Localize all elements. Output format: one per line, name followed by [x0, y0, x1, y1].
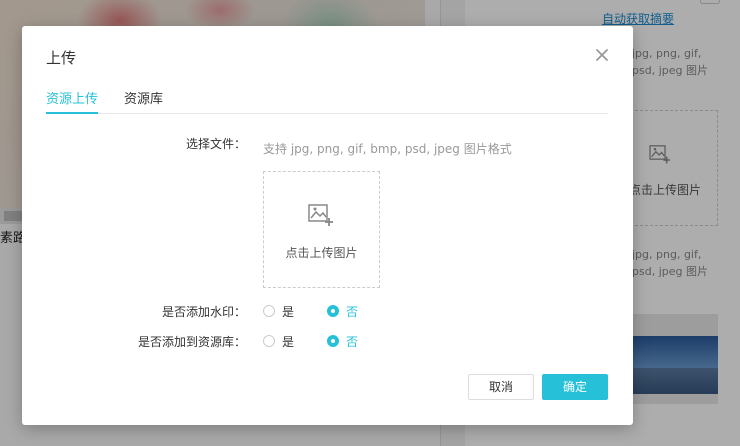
library-yes-label[interactable]: 是 — [282, 333, 294, 350]
tab-resource-upload[interactable]: 资源上传 — [46, 88, 99, 114]
close-icon[interactable] — [592, 45, 612, 65]
dialog-tabs: 资源上传 资源库 — [46, 82, 608, 114]
library-no-radio[interactable] — [327, 335, 339, 347]
file-format-hint: 支持 jpg, png, gif, bmp, psd, jpeg 图片格式 — [263, 142, 512, 156]
library-no-label[interactable]: 否 — [346, 333, 358, 350]
file-select-label: 选择文件： — [185, 137, 246, 151]
dropzone-text: 点击上传图片 — [285, 246, 358, 260]
image-upload-dropzone[interactable]: 点击上传图片 — [263, 171, 380, 288]
tab-resource-library[interactable]: 资源库 — [124, 88, 163, 114]
upload-dialog: 上传 资源上传 资源库 选择文件： 支持 jpg, png, gif, bmp,… — [22, 26, 633, 425]
cancel-button[interactable]: 取消 — [468, 374, 534, 400]
library-yes-radio[interactable] — [263, 335, 275, 347]
watermark-no-label[interactable]: 否 — [346, 303, 358, 320]
image-add-icon — [308, 204, 333, 226]
confirm-button[interactable]: 确定 — [542, 374, 608, 400]
dialog-title: 上传 — [46, 49, 77, 67]
watermark-yes-radio[interactable] — [263, 305, 275, 317]
watermark-yes-label[interactable]: 是 — [282, 303, 294, 320]
add-to-library-label: 是否添加到资源库： — [137, 335, 246, 349]
watermark-no-radio[interactable] — [327, 305, 339, 317]
watermark-label: 是否添加水印： — [161, 305, 246, 319]
